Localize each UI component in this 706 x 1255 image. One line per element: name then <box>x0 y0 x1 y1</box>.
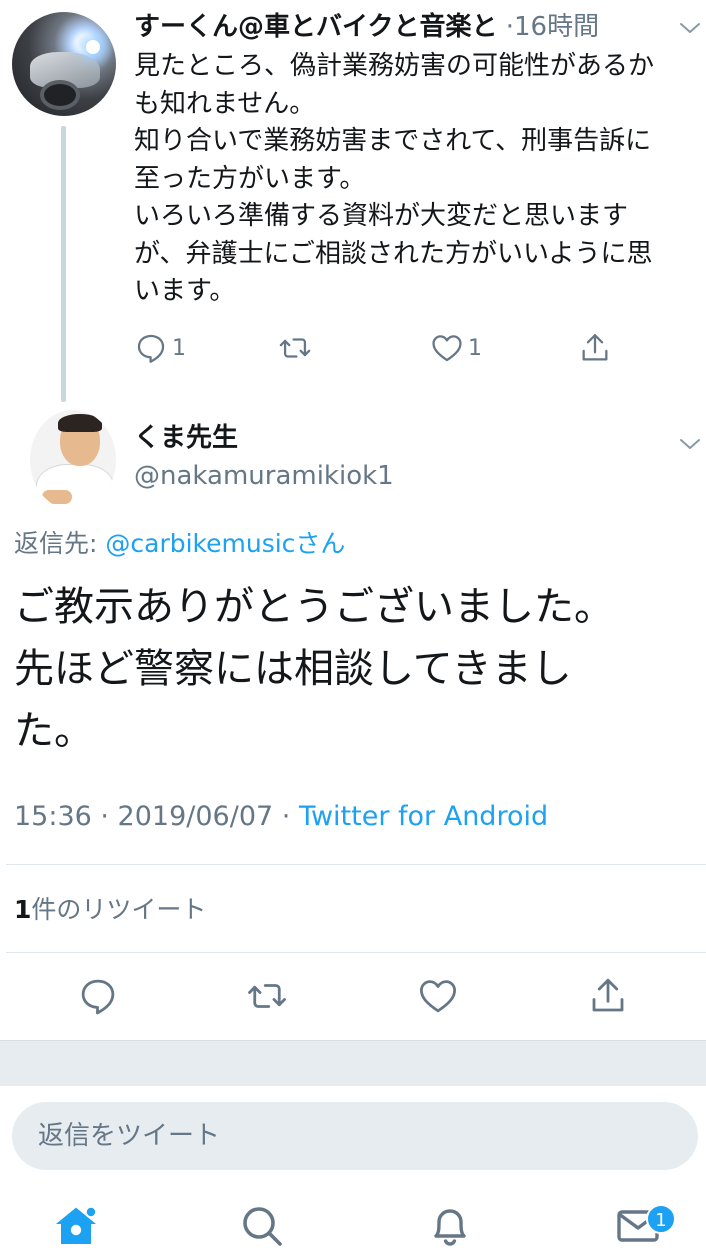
reply-button[interactable]: 1 <box>134 326 186 370</box>
tweet-text-line: た。 <box>14 708 94 754</box>
tweet-text-line: います。 <box>134 276 236 306</box>
tweet-header: すーくん@車とバイクと音楽と ·16時間 <box>134 10 704 44</box>
search-icon[interactable] <box>238 1202 286 1250</box>
like-button[interactable]: 1 <box>430 326 482 370</box>
chevron-down-icon[interactable] <box>678 16 702 40</box>
divider <box>6 952 706 953</box>
chevron-down-icon[interactable] <box>678 432 702 456</box>
bottom-tab-bar <box>0 1188 706 1255</box>
tweet-text: 見たところ、偽計業務妨害の可能性があるか も知れません。 知り合いで業務妨害まで… <box>134 48 700 311</box>
reply-context: 返信先: @carbikemusicさん <box>14 526 345 562</box>
tweet-timestamp: 15:36 · 2019/06/07 · Twitter for Android <box>14 798 548 836</box>
notification-badge: 1 <box>646 1204 676 1234</box>
tweet-time: ·16時間 <box>505 12 600 42</box>
bell-icon[interactable] <box>426 1202 474 1250</box>
avatar-image-part <box>58 414 102 432</box>
tweet-actions: 1 1 <box>134 326 634 370</box>
tweet-text-line: 至った方がいます。 <box>134 163 366 194</box>
source-link[interactable]: Twitter for Android <box>299 801 548 832</box>
tweet-text-line: も知れません。 <box>134 88 316 119</box>
reply-to-link[interactable]: @carbikemusicさん <box>105 529 345 558</box>
heart-icon <box>417 975 459 1017</box>
share-icon <box>587 975 629 1017</box>
author-name[interactable]: すーくん@車とバイクと音楽と <box>134 12 497 42</box>
like-button[interactable] <box>417 974 459 1018</box>
author-handle[interactable]: @nakamuramikiok1 <box>134 458 394 494</box>
share-button[interactable] <box>578 326 612 370</box>
avatar[interactable] <box>12 12 116 116</box>
reply-count: 1 <box>172 335 186 361</box>
section-separator <box>0 1040 706 1086</box>
parent-tweet[interactable]: すーくん@車とバイクと音楽と ·16時間 見たところ、偽計業務妨害の可能性がある… <box>0 0 706 402</box>
tweet-text-line: 知り合いで業務妨害までされて、刑事告訴に <box>134 126 652 156</box>
tweet-text-line: 見たところ、偽計業務妨害の可能性があるか <box>134 51 655 81</box>
retweet-button[interactable] <box>278 326 312 370</box>
share-button[interactable] <box>587 974 629 1018</box>
retweet-icon <box>278 331 312 365</box>
retweet-count-link[interactable]: 1件のリツイート <box>14 892 206 928</box>
retweet-button[interactable] <box>246 974 288 1018</box>
tweet-text-line: ご教示ありがとうございました。 <box>14 584 614 630</box>
home-icon[interactable] <box>52 1202 100 1250</box>
retweet-label: 件のリツイート <box>31 895 207 924</box>
avatar-image-part <box>86 40 100 54</box>
thread-line <box>61 126 66 402</box>
retweet-number: 1 <box>14 895 32 924</box>
reply-icon <box>134 331 168 365</box>
reply-icon <box>77 975 119 1017</box>
heart-icon <box>430 331 464 365</box>
tweet-text-line: が、弁護士にご相談された方がいいように思 <box>134 238 653 269</box>
tweet-text-line: いろいろ準備する資料が大変だと思います <box>134 201 629 231</box>
reply-context-label: 返信先: <box>14 529 106 558</box>
tweet-actions <box>0 974 706 1024</box>
tweet-text-line: 先ほど警察には相談してきまし <box>14 646 572 692</box>
like-count: 1 <box>468 335 482 361</box>
avatar-image-part <box>42 490 72 504</box>
reply-input[interactable]: 返信をツイート <box>12 1102 698 1170</box>
avatar[interactable] <box>30 410 116 510</box>
tweet-text: ご教示ありがとうございました。 先ほど警察には相談してきまし た。 <box>14 576 694 762</box>
timestamp-text: 15:36 · 2019/06/07 · <box>14 801 299 832</box>
divider <box>6 864 706 865</box>
share-icon <box>578 331 612 365</box>
reply-button[interactable] <box>77 974 119 1018</box>
avatar-image-part <box>40 80 80 110</box>
author-name[interactable]: くま先生 <box>134 420 238 456</box>
retweet-icon <box>246 975 288 1017</box>
